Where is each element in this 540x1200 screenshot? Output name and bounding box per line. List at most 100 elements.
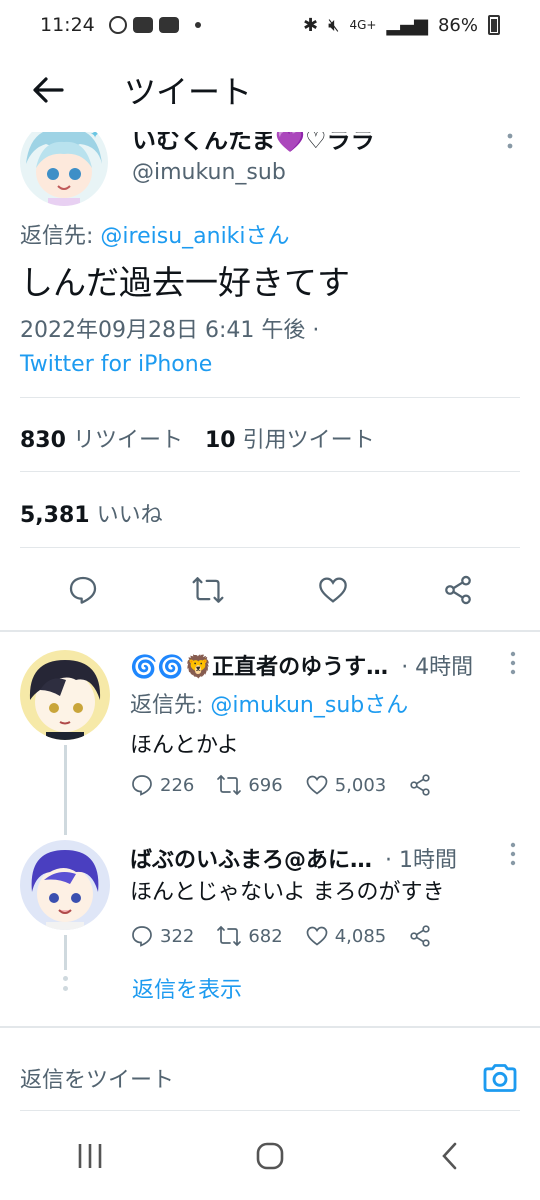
quotes-count: 10 <box>204 428 236 453</box>
reply-more-button[interactable] <box>508 651 518 681</box>
reply-header: ばぶのいふまろ@あに… · 1時間 <box>130 842 457 874</box>
reply-reply-button[interactable]: 322 <box>130 924 194 948</box>
tweet-author[interactable]: ✦ いむくんたま💜♡ララ @imukun_sub <box>20 132 520 212</box>
thread-dots <box>62 976 69 996</box>
reply-to-line: 返信先: @ireisu_anikiさん <box>20 218 290 250</box>
retweet-icon <box>192 577 223 603</box>
quotes-stat[interactable]: 10 引用ツイート <box>205 422 375 454</box>
author-avatar[interactable]: ✦ <box>20 132 108 206</box>
system-icons: ✱ 🔇︎ 4G+ ▂▄▆ 86% <box>303 15 500 36</box>
chevron-left-icon <box>442 1142 457 1170</box>
youtube-icon <box>132 17 153 33</box>
system-nav-bar <box>0 1112 540 1200</box>
reply-text: ほんとじゃないよ まろのがすき <box>130 880 445 905</box>
camera-icon <box>483 1064 517 1092</box>
retweet-icon <box>217 774 242 796</box>
retweet-stats: 830 リツイート 10 引用ツイート <box>20 422 375 454</box>
reply-like-button[interactable]: 5,003 <box>305 773 387 797</box>
battery-icon <box>488 15 500 35</box>
retweets-stat[interactable]: 830 リツイート <box>20 422 183 454</box>
author-name[interactable]: いむくんたま💜♡ララ <box>132 132 375 155</box>
status-bar: 11:24 ✱ 🔇︎ 4G+ ▂▄▆ 86% <box>0 0 540 50</box>
reply-text: ほんとかよ <box>130 733 239 758</box>
tweet-actions <box>20 568 520 612</box>
reply-retweet-button[interactable]: 682 <box>216 924 283 948</box>
share-button[interactable] <box>436 568 480 612</box>
reply-to-handle-link[interactable]: @ireisu_anikiさん <box>100 224 289 249</box>
more-notifications-icon <box>194 22 201 28</box>
share-icon <box>410 774 430 796</box>
likes-label: いいね <box>96 503 163 528</box>
divider <box>20 397 520 398</box>
page-title: ツイート <box>124 73 253 111</box>
reply-count: 322 <box>160 925 195 947</box>
reply-to-line: 返信先: @imukun_subさん <box>130 687 408 719</box>
reply-compose-bar[interactable]: 返信をツイート <box>0 1034 540 1110</box>
reply-more-button[interactable] <box>508 842 518 872</box>
reply-retweet-button[interactable]: 696 <box>216 773 283 797</box>
reply-like-button[interactable]: 4,085 <box>305 924 387 948</box>
network-type: 4G+ <box>349 18 377 32</box>
reply-icon <box>69 576 96 604</box>
reply-author-name[interactable]: ばぶのいふまろ@あに… <box>130 848 372 873</box>
retweet-count: 682 <box>248 925 283 947</box>
reply-reply-button[interactable]: 226 <box>130 773 194 797</box>
tweet-source[interactable]: Twitter for iPhone <box>20 348 319 382</box>
more-options-button[interactable] <box>500 132 520 166</box>
reply-header: 🌀🌀🦁正直者のゆうす… · 4時間 <box>130 649 473 681</box>
retweet-button[interactable] <box>186 568 230 612</box>
reply-icon <box>132 775 152 796</box>
reply-actions: 322 682 4,085 <box>130 924 454 948</box>
quotes-label: 引用ツイート <box>242 428 375 453</box>
likes-stats: 5,381 いいね <box>20 497 163 529</box>
share-icon <box>444 575 471 605</box>
retweet-count: 696 <box>248 774 283 796</box>
reply-to-handle-link[interactable]: @imukun_subさん <box>210 693 408 718</box>
reply-time[interactable]: · 1時間 <box>385 848 457 873</box>
section-divider <box>0 630 540 632</box>
reply-input[interactable]: 返信をツイート <box>20 1062 174 1094</box>
svg-text:✦: ✦ <box>90 132 100 141</box>
heart-icon <box>306 775 328 795</box>
likes-stat[interactable]: 5,381 いいね <box>20 497 163 529</box>
tweet-meta: 2022年09月28日 6:41 午後 · Twitter for iPhone <box>20 314 319 382</box>
reply-share-button[interactable] <box>408 924 432 948</box>
reply-icon <box>132 926 152 947</box>
reply-author-name[interactable]: 🌀🌀🦁正直者のゆうす… <box>130 655 388 680</box>
tweet-datetime[interactable]: 2022年09月28日 6:41 午後 · <box>20 314 319 348</box>
back-nav-button[interactable] <box>420 1126 480 1186</box>
show-replies-link[interactable]: 返信を表示 <box>132 972 242 1004</box>
reply-avatar[interactable] <box>20 650 110 740</box>
like-count: 4,085 <box>334 925 387 947</box>
arrow-left-icon <box>33 77 64 103</box>
reply-to-prefix: 返信先: <box>130 693 204 718</box>
heart-icon <box>318 577 347 603</box>
camera-button[interactable] <box>480 1058 520 1098</box>
back-button[interactable] <box>18 60 78 120</box>
reply-actions: 226 696 5,003 <box>130 773 454 797</box>
reply-share-button[interactable] <box>408 773 432 797</box>
retweets-count: 830 <box>20 428 66 453</box>
author-handle[interactable]: @imukun_sub <box>132 160 286 185</box>
thread-line <box>64 935 67 970</box>
home-button[interactable] <box>240 1126 300 1186</box>
header: ツイート <box>0 50 540 130</box>
reply-time[interactable]: · 4時間 <box>401 655 473 680</box>
like-count: 5,003 <box>334 774 387 796</box>
like-button[interactable] <box>311 568 355 612</box>
mute-icon: 🔇︎ <box>328 14 340 36</box>
tweet-text: しんだ過去一好きてす <box>20 263 350 302</box>
divider <box>20 471 520 472</box>
status-time: 11:24 <box>40 14 95 36</box>
recent-apps-button[interactable] <box>60 1126 120 1186</box>
share-icon <box>410 925 430 947</box>
messenger-icon <box>108 16 127 34</box>
section-divider <box>0 1026 540 1028</box>
reply-to-prefix: 返信先: <box>20 224 94 249</box>
divider <box>20 547 520 548</box>
reply-count: 226 <box>160 774 195 796</box>
notification-icons <box>108 16 201 34</box>
reply-button[interactable] <box>61 568 105 612</box>
divider <box>20 1110 520 1111</box>
reply-avatar[interactable] <box>20 840 110 930</box>
